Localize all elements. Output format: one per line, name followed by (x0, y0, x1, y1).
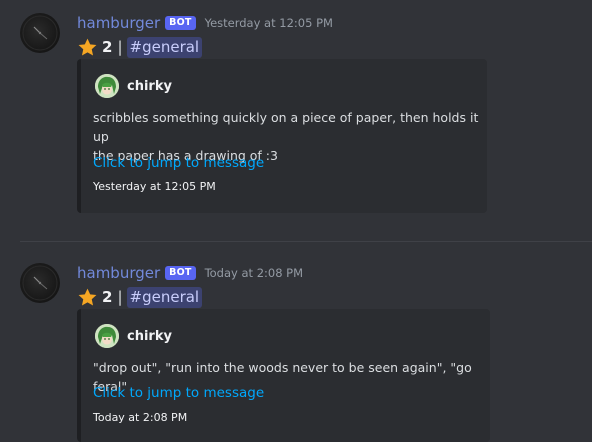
embed-author-name[interactable]: chirky (127, 329, 172, 344)
star-count: 2 (102, 38, 113, 56)
green-hair-avatar-icon (95, 324, 119, 348)
star-count: 2 (102, 288, 113, 306)
message-header: hamburger BOT Today at 2:08 PM (77, 263, 303, 283)
star-icon (78, 38, 97, 55)
bot-badge: BOT (165, 16, 196, 30)
separator: | (117, 38, 123, 56)
embed-author-name[interactable]: chirky (127, 79, 172, 94)
embed-description-line: scribbles something quickly on a piece o… (93, 110, 479, 144)
username[interactable]: hamburger (77, 14, 160, 32)
jump-to-message-link[interactable]: Click to jump to message (93, 385, 264, 401)
star-icon (78, 288, 97, 305)
bot-avatar[interactable] (20, 263, 60, 303)
bot-avatar[interactable] (20, 13, 60, 53)
starboard-line: 2 | #general (77, 286, 203, 308)
message: hamburger BOT Yesterday at 12:05 PM 2 | … (0, 0, 592, 230)
embed-author: chirky (95, 74, 172, 98)
starboard-line: 2 | #general (77, 36, 203, 58)
channel-name: general (142, 287, 200, 306)
channel-hash: # (129, 37, 143, 56)
channel-mention[interactable]: #general (126, 36, 203, 58)
clock-avatar-icon (22, 265, 58, 301)
message-embed: chirky scribbles something quickly on a … (77, 59, 487, 213)
author-avatar[interactable] (95, 74, 119, 98)
bot-badge: BOT (165, 266, 196, 280)
embed-author: chirky (95, 324, 172, 348)
separator: | (117, 288, 123, 306)
channel-mention[interactable]: #general (126, 286, 203, 308)
message-header: hamburger BOT Yesterday at 12:05 PM (77, 13, 333, 33)
username[interactable]: hamburger (77, 264, 160, 282)
message-timestamp[interactable]: Today at 2:08 PM (205, 266, 303, 280)
channel-hash: # (129, 287, 143, 306)
embed-footer-timestamp: Today at 2:08 PM (93, 411, 188, 424)
green-hair-avatar-icon (95, 74, 119, 98)
jump-to-message-link[interactable]: Click to jump to message (93, 155, 264, 171)
message: hamburger BOT Today at 2:08 PM 2 | #gene… (0, 250, 592, 442)
date-divider (20, 241, 592, 242)
clock-avatar-icon (22, 15, 58, 51)
message-embed: chirky "drop out", "run into the woods n… (77, 309, 490, 442)
message-timestamp[interactable]: Yesterday at 12:05 PM (205, 16, 333, 30)
chat-view: hamburger BOT Yesterday at 12:05 PM 2 | … (0, 0, 592, 442)
channel-name: general (142, 37, 200, 56)
embed-footer-timestamp: Yesterday at 12:05 PM (93, 180, 216, 193)
author-avatar[interactable] (95, 324, 119, 348)
